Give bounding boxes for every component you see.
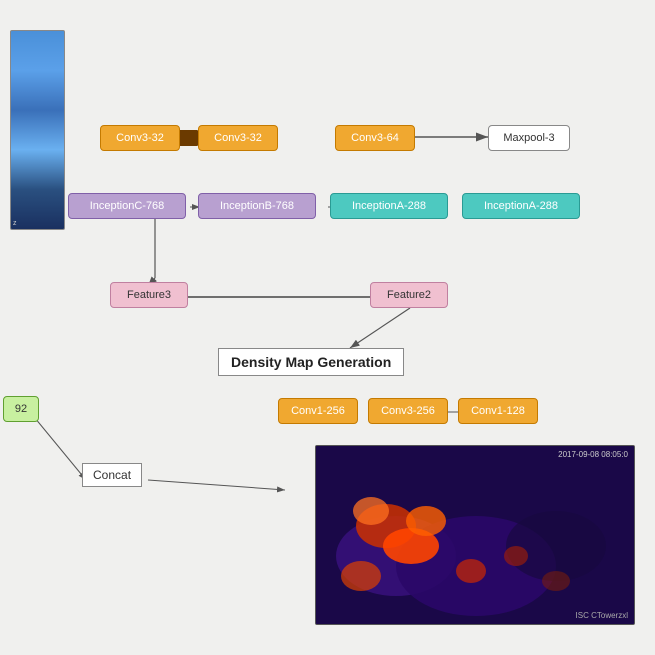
node-inceptionA2: InceptionA-288 — [462, 193, 580, 219]
node-inceptionC: InceptionC-768 — [68, 193, 186, 219]
node-feature3: Feature3 — [110, 282, 188, 308]
diagram-container: z — [0, 0, 655, 655]
node-conv3-64: Conv3-64 — [335, 125, 415, 151]
image-label: z — [13, 220, 17, 227]
heatmap-timestamp: 2017-09-08 08:05:0 — [558, 450, 628, 459]
node-inceptionA1: InceptionA-288 — [330, 193, 448, 219]
heatmap-svg — [316, 446, 635, 625]
heatmap-image: 2017-09-08 08:05:0 ISC CTowerzxl — [315, 445, 635, 625]
node-conv1-256: Conv1-256 — [278, 398, 358, 424]
input-image: z — [10, 30, 65, 230]
node-maxpool3: Maxpool-3 — [488, 125, 570, 151]
heatmap-logo: ISC CTowerzxl — [576, 611, 628, 620]
node-92: 92 — [3, 396, 39, 422]
node-conv3-32a: Conv3-32 — [100, 125, 180, 151]
node-conv1-128: Conv1-128 — [458, 398, 538, 424]
node-feature2: Feature2 — [370, 282, 448, 308]
node-inceptionB: InceptionB-768 — [198, 193, 316, 219]
density-map-label: Density Map Generation — [218, 348, 404, 376]
node-conv3-256: Conv3-256 — [368, 398, 448, 424]
node-concat: Concat — [82, 463, 142, 487]
node-conv3-32b: Conv3-32 — [198, 125, 278, 151]
